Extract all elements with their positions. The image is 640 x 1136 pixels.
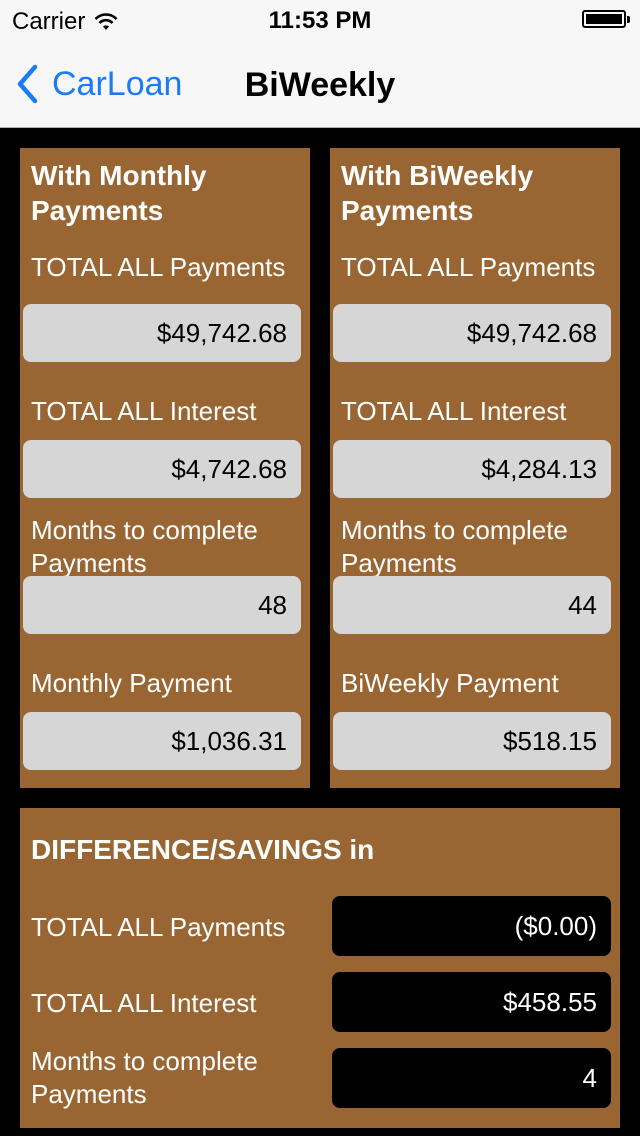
- monthly-total-interest-field[interactable]: $4,742.68: [23, 440, 301, 498]
- monthly-total-payments-label: TOTAL ALL Payments: [31, 252, 286, 282]
- difference-panel-title: DIFFERENCE/SAVINGS in: [31, 834, 375, 865]
- difference-months-field[interactable]: 4: [332, 1048, 611, 1108]
- difference-total-payments-label: TOTAL ALL Payments: [31, 912, 286, 942]
- battery-icon: [582, 10, 626, 28]
- biweekly-months-field[interactable]: 44: [333, 576, 611, 634]
- biweekly-total-interest-label: TOTAL ALL Interest: [341, 396, 567, 426]
- biweekly-payments-panel: With BiWeekly Payments TOTAL ALL Payment…: [330, 148, 620, 788]
- biweekly-payment-field[interactable]: $518.15: [333, 712, 611, 770]
- biweekly-total-interest-field[interactable]: $4,284.13: [333, 440, 611, 498]
- monthly-months-label: Months to complete Payments: [31, 515, 258, 578]
- monthly-panel-title: With Monthly Payments: [31, 160, 207, 226]
- monthly-payments-panel: With Monthly Payments TOTAL ALL Payments…: [20, 148, 310, 788]
- monthly-total-interest-label: TOTAL ALL Interest: [31, 396, 257, 426]
- battery-nub: [627, 16, 630, 23]
- biweekly-months-label: Months to complete Payments: [341, 515, 568, 578]
- difference-savings-panel: DIFFERENCE/SAVINGS in TOTAL ALL Payments…: [20, 808, 620, 1128]
- difference-total-interest-field[interactable]: $458.55: [332, 972, 611, 1032]
- page-title: BiWeekly: [244, 66, 396, 104]
- status-bar-time: 11:53 PM: [268, 7, 372, 34]
- monthly-payment-field[interactable]: $1,036.31: [23, 712, 301, 770]
- monthly-payment-label: Monthly Payment: [31, 668, 232, 698]
- biweekly-total-payments-field[interactable]: $49,742.68: [333, 304, 611, 362]
- biweekly-panel-title: With BiWeekly Payments: [341, 160, 534, 226]
- difference-months-label: Months to complete Payments: [31, 1046, 258, 1109]
- monthly-months-field[interactable]: 48: [23, 576, 301, 634]
- biweekly-total-payments-label: TOTAL ALL Payments: [341, 252, 596, 282]
- difference-total-payments-field[interactable]: ($0.00): [332, 896, 611, 956]
- biweekly-payment-label: BiWeekly Payment: [341, 668, 559, 698]
- monthly-total-payments-field[interactable]: $49,742.68: [23, 304, 301, 362]
- difference-total-interest-label: TOTAL ALL Interest: [31, 988, 257, 1018]
- navigation-bar: Carrier 11:53 PM CarLoan BiWeekly: [0, 0, 640, 128]
